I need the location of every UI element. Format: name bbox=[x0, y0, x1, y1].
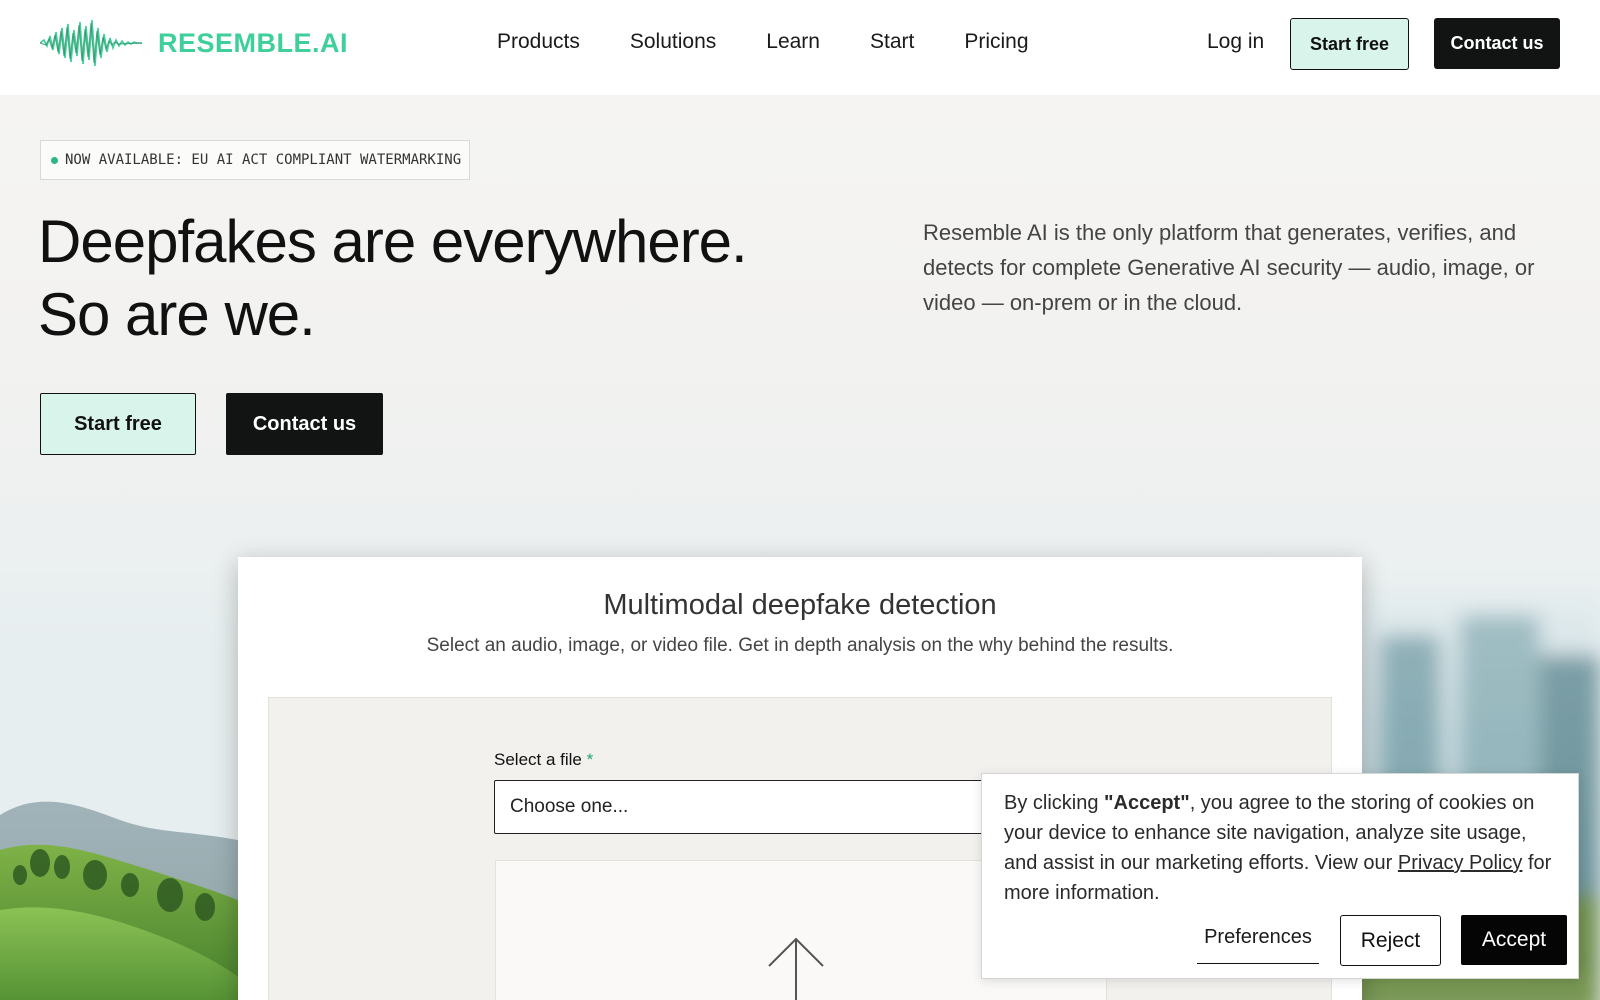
logo-text: RESEMBLE.AI bbox=[158, 27, 349, 58]
header-contact-button[interactable]: Contact us bbox=[1434, 18, 1560, 69]
file-select-value: Choose one... bbox=[510, 796, 629, 817]
nav-products[interactable]: Products bbox=[497, 30, 580, 54]
cookie-reject-button[interactable]: Reject bbox=[1340, 915, 1441, 966]
site-header: RESEMBLE.AI Products Solutions Learn Sta… bbox=[0, 0, 1600, 95]
landscape-left-image bbox=[0, 801, 260, 1000]
hero-start-free-button[interactable]: Start free bbox=[40, 393, 196, 455]
logo[interactable]: RESEMBLE.AI bbox=[40, 18, 348, 68]
nav-learn[interactable]: Learn bbox=[766, 30, 820, 54]
file-label-text: Select a file bbox=[494, 750, 582, 769]
privacy-policy-link[interactable]: Privacy Policy bbox=[1398, 852, 1522, 874]
hero-contact-button[interactable]: Contact us bbox=[226, 393, 383, 455]
upload-arrow-icon bbox=[768, 937, 824, 1000]
cookie-text-before: By clicking bbox=[1004, 792, 1105, 814]
header-start-free-button[interactable]: Start free bbox=[1290, 18, 1409, 70]
login-link[interactable]: Log in bbox=[1207, 30, 1264, 54]
detection-title: Multimodal deepfake detection bbox=[603, 589, 997, 621]
cookie-banner: By clicking "Accept", you agree to the s… bbox=[981, 773, 1579, 979]
detection-subtitle: Select an audio, image, or video file. G… bbox=[426, 635, 1174, 656]
nav-solutions[interactable]: Solutions bbox=[630, 30, 716, 54]
headline-line-1: Deepfakes are everywhere. bbox=[38, 208, 748, 275]
cookie-accept-button[interactable]: Accept bbox=[1461, 915, 1567, 965]
waveform-icon bbox=[40, 19, 142, 67]
nav-start[interactable]: Start bbox=[870, 30, 914, 54]
hero-headline: Deepfakes are everywhere. So are we. bbox=[38, 205, 748, 351]
cookie-message: By clicking "Accept", you agree to the s… bbox=[1004, 788, 1564, 908]
main-nav: Products Solutions Learn Start Pricing bbox=[497, 30, 1079, 54]
hero-description: Resemble AI is the only platform that ge… bbox=[923, 220, 1535, 315]
headline-line-2: So are we. bbox=[38, 281, 316, 348]
cookie-preferences-button[interactable]: Preferences bbox=[1197, 912, 1319, 964]
announcement-badge[interactable]: NOW AVAILABLE: EU AI ACT COMPLIANT WATER… bbox=[40, 140, 471, 180]
file-select-label: Select a file * bbox=[494, 750, 593, 770]
status-dot-icon bbox=[51, 156, 58, 164]
cookie-text-bold: "Accept" bbox=[1104, 792, 1190, 814]
badge-text: NOW AVAILABLE: EU AI ACT COMPLIANT WATER… bbox=[65, 152, 462, 168]
nav-pricing[interactable]: Pricing bbox=[964, 30, 1028, 54]
required-marker: * bbox=[586, 750, 594, 769]
